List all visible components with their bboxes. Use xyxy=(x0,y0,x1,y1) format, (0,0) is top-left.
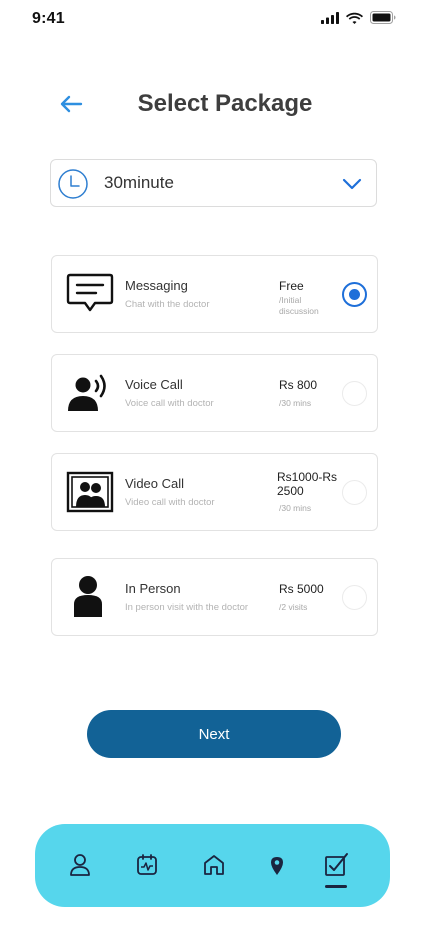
package-name: In Person xyxy=(125,581,181,596)
nav-location[interactable] xyxy=(264,852,290,878)
package-name: Messaging xyxy=(125,278,188,293)
location-icon xyxy=(271,857,283,875)
package-price-note: /2 visits xyxy=(279,602,308,612)
video-call-icon xyxy=(66,468,114,516)
package-card-video-call[interactable]: Video Call Video call with doctor Rs1000… xyxy=(51,453,378,531)
battery-icon xyxy=(370,11,396,24)
package-name: Voice Call xyxy=(125,377,183,392)
package-card-in-person[interactable]: In Person In person visit with the docto… xyxy=(51,558,378,636)
checklist-icon xyxy=(325,853,348,876)
package-radio[interactable] xyxy=(342,480,367,505)
calendar-icon xyxy=(137,854,157,875)
person-icon xyxy=(66,573,114,621)
nav-profile[interactable] xyxy=(67,852,93,878)
message-icon xyxy=(66,270,114,318)
header: Select Package xyxy=(0,80,430,128)
home-icon xyxy=(204,855,224,875)
package-price-note: /30 mins xyxy=(279,398,312,408)
package-description: Chat with the doctor xyxy=(125,299,210,310)
page-title: Select Package xyxy=(137,90,313,117)
package-description: In person visit with the doctor xyxy=(125,602,249,613)
package-description: Video call with doctor xyxy=(125,497,215,508)
profile-icon xyxy=(70,854,90,876)
package-card-messaging[interactable]: Messaging Chat with the doctor Free /Ini… xyxy=(51,255,378,333)
package-radio[interactable] xyxy=(342,585,367,610)
voice-call-icon xyxy=(66,369,114,417)
status-time: 9:41 xyxy=(32,10,65,27)
duration-value: 30minute xyxy=(104,173,174,192)
nav-home[interactable] xyxy=(201,852,227,878)
status-icons xyxy=(321,11,396,24)
package-price-note: /30 mins xyxy=(279,503,312,513)
package-price: Rs 5000 xyxy=(279,582,324,596)
nav-checklist[interactable] xyxy=(323,852,349,878)
nav-active-indicator xyxy=(325,885,347,888)
package-radio-selected[interactable] xyxy=(342,282,367,307)
package-price: Rs1000-Rs 2500 xyxy=(277,470,338,498)
package-description: Voice call with doctor xyxy=(125,398,214,409)
package-price: Rs 800 xyxy=(279,378,318,392)
wifi-icon xyxy=(346,12,363,24)
bottom-nav xyxy=(35,824,390,907)
duration-select[interactable]: 30minute xyxy=(50,159,377,207)
nav-calendar[interactable] xyxy=(134,852,160,878)
status-bar: 9:41 xyxy=(0,0,430,44)
package-price: Free xyxy=(279,279,304,293)
clock-icon xyxy=(58,169,88,199)
signal-icon xyxy=(321,11,339,24)
next-button[interactable]: Next xyxy=(87,710,341,758)
package-radio[interactable] xyxy=(342,381,367,406)
package-card-voice-call[interactable]: Voice Call Voice call with doctor Rs 800… xyxy=(51,354,378,432)
package-name: Video Call xyxy=(125,476,185,491)
package-price-note: /Initial discussion xyxy=(279,295,319,316)
chevron-down-icon xyxy=(342,178,362,190)
